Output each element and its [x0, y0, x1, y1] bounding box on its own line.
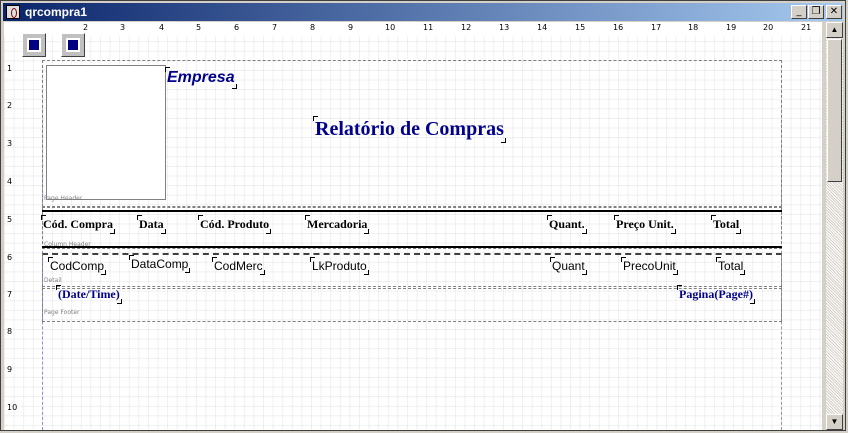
ruler-tick: 14 — [537, 23, 548, 32]
column-header-total[interactable]: Total — [710, 215, 742, 234]
company-logo-image[interactable] — [46, 65, 166, 200]
ruler-tick: 4 — [7, 177, 13, 186]
ruler-tick: 3 — [120, 23, 126, 32]
detail-field-datacomp[interactable]: DataComp — [128, 255, 191, 273]
ruler-tick: 8 — [310, 23, 316, 32]
detail-field-lkproduto[interactable]: LkProduto — [310, 257, 369, 275]
detail-band-label: Detail — [44, 277, 62, 284]
vertical-scrollbar[interactable]: ▲ ▼ — [826, 22, 843, 430]
ruler-tick: 19 — [726, 23, 737, 32]
window-title: qrcompra1 — [25, 5, 88, 19]
page-footer-band[interactable] — [42, 288, 782, 322]
ruler-tick: 15 — [575, 23, 586, 32]
ruler-tick: 6 — [7, 253, 13, 262]
ruler-tick: 8 — [7, 327, 13, 336]
ruler-tick: 18 — [688, 23, 699, 32]
footer-datetime-field[interactable]: (Date/Time) — [56, 285, 122, 304]
horizontal-ruler: 2 3 4 5 6 7 8 9 10 11 12 13 14 15 16 17 … — [4, 22, 822, 36]
company-label[interactable]: Empresa — [165, 67, 237, 89]
ruler-tick: 12 — [461, 23, 472, 32]
report-settings-button[interactable] — [61, 33, 85, 57]
ruler-tick: 9 — [7, 365, 13, 374]
detail-field-codcomp[interactable]: CodComp — [47, 257, 107, 275]
report-title[interactable]: Relatório de Compras — [313, 116, 506, 143]
ruler-tick: 16 — [613, 23, 624, 32]
ruler-tick: 4 — [159, 23, 165, 32]
ruler-tick: 20 — [763, 23, 774, 32]
column-header-preco-unit[interactable]: Preço Unit. — [614, 215, 676, 234]
detail-field-quant[interactable]: Quant — [550, 257, 587, 275]
detail-field-codmerc[interactable]: CodMerc — [212, 257, 265, 275]
restore-button[interactable]: ❐ — [808, 5, 824, 19]
scroll-down-button[interactable]: ▼ — [826, 414, 843, 430]
column-header-cod-compra[interactable]: Cód. Compra — [40, 215, 116, 234]
column-header-cod-produto[interactable]: Cód. Produto — [197, 215, 272, 234]
page-header-band-label: Page Header — [44, 195, 83, 202]
ruler-tick: 17 — [651, 23, 662, 32]
report-designer-window: qrcompra1 _ ❐ ✕ 2 3 4 5 6 7 8 9 10 11 12… — [0, 0, 846, 431]
scroll-up-button[interactable]: ▲ — [826, 22, 843, 38]
ruler-tick: 5 — [196, 23, 202, 32]
page-footer-band-label: Page Footer — [44, 309, 80, 316]
detail-field-total[interactable]: Total — [715, 257, 746, 275]
detail-field-precounit[interactable]: PrecoUnit — [621, 257, 678, 275]
ruler-tick: 2 — [7, 101, 13, 110]
column-header-band-label: Column Header — [44, 241, 91, 248]
ruler-tick: 10 — [385, 23, 396, 32]
ruler-tick: 7 — [272, 23, 278, 32]
ruler-tick: 7 — [7, 290, 13, 299]
ruler-tick: 1 — [7, 64, 13, 73]
footer-page-number-field[interactable]: Pagina(Page#) — [677, 285, 755, 304]
ruler-tick: 6 — [234, 23, 240, 32]
app-icon[interactable] — [6, 5, 20, 19]
column-header-mercadoria[interactable]: Mercadoria — [304, 215, 370, 234]
ruler-tick: 10 — [7, 403, 18, 412]
ruler-tick: 11 — [423, 23, 434, 32]
ruler-tick: 3 — [7, 139, 13, 148]
column-header-quant[interactable]: Quant. — [547, 215, 587, 234]
band-setup-button[interactable] — [22, 33, 46, 57]
report-canvas[interactable]: 2 3 4 5 6 7 8 9 10 11 12 13 14 15 16 17 … — [4, 22, 822, 430]
title-bar[interactable]: qrcompra1 _ ❐ ✕ — [3, 3, 843, 21]
ruler-tick: 5 — [7, 215, 13, 224]
close-button[interactable]: ✕ — [826, 5, 842, 19]
ruler-tick: 21 — [801, 23, 812, 32]
ruler-tick: 9 — [348, 23, 354, 32]
column-header-bottom-line — [42, 246, 782, 248]
minimize-button[interactable]: _ — [791, 5, 807, 19]
ruler-tick: 13 — [499, 23, 510, 32]
ruler-tick: 2 — [83, 23, 89, 32]
scrollbar-thumb[interactable] — [827, 39, 842, 182]
column-header-data[interactable]: Data — [137, 215, 166, 234]
